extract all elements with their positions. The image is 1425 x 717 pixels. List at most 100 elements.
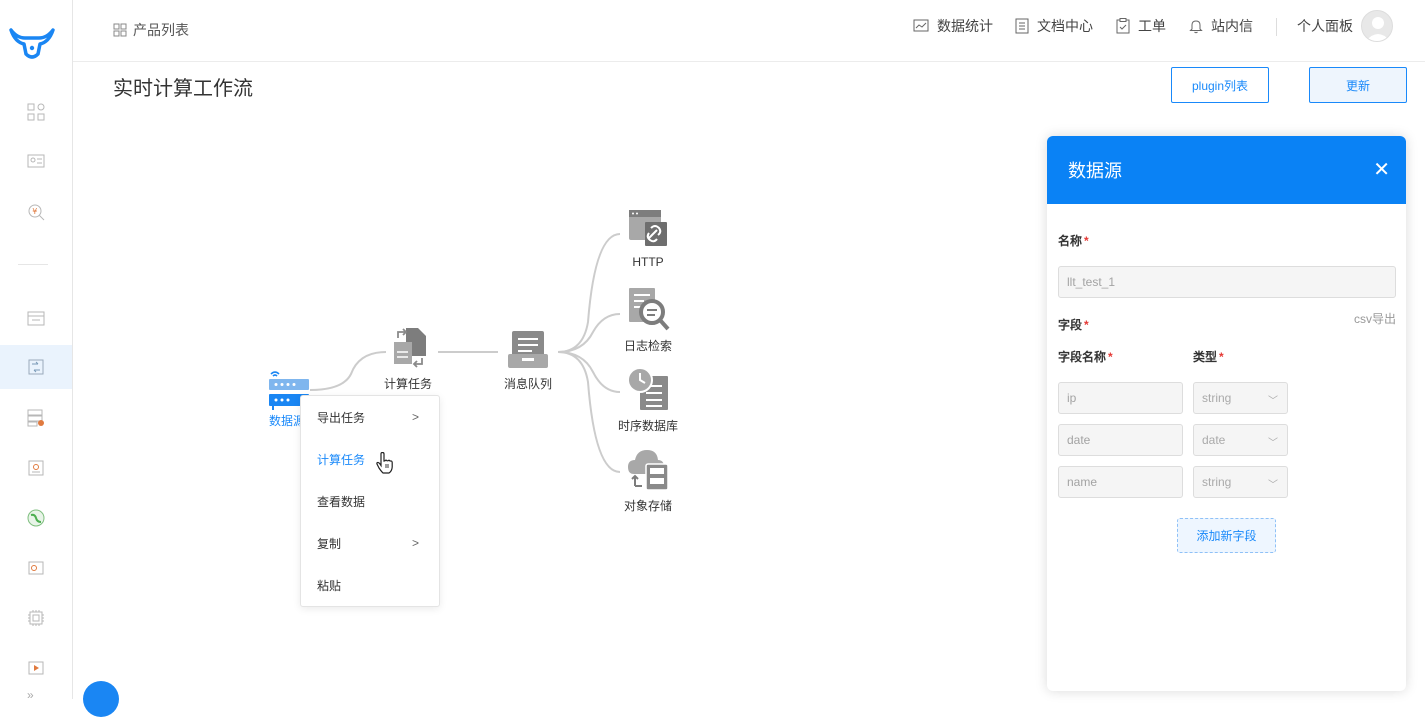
nav-docs[interactable]: 文档中心 — [1015, 16, 1093, 36]
workflow-canvas[interactable] — [73, 62, 1048, 699]
node-message-queue[interactable]: 消息队列 — [498, 330, 558, 392]
product-list-label: 产品列表 — [133, 22, 189, 38]
panel-title: 数据源 — [1068, 161, 1122, 181]
context-menu-export-task[interactable]: 导出任务 > — [301, 396, 439, 438]
node-log-search-label: 日志检索 — [623, 339, 672, 353]
node-log-search[interactable]: 日志检索 — [620, 286, 676, 354]
sidebar-item-storage[interactable] — [0, 400, 72, 436]
context-menu-compute-task[interactable]: 计算任务 — [301, 438, 439, 480]
hand-cursor-icon — [376, 451, 394, 479]
node-http[interactable]: HTTP — [620, 208, 676, 269]
sidebar-item-workflow[interactable] — [0, 345, 72, 389]
chip-icon — [28, 610, 44, 626]
certificate-icon — [28, 561, 44, 575]
node-http-label: HTTP — [632, 255, 664, 269]
message-queue-icon — [508, 331, 548, 368]
context-menu-paste[interactable]: 粘贴 — [301, 564, 439, 606]
add-field-button[interactable]: 添加新字段 — [1177, 518, 1276, 553]
required-mark: * — [1219, 350, 1224, 364]
workflow-icon — [28, 359, 44, 375]
field-name-header: 字段名称 * — [1058, 348, 1113, 365]
id-card-icon — [27, 154, 45, 168]
field-type-value: string — [1202, 475, 1232, 489]
node-tsdb-label: 时序数据库 — [617, 419, 678, 433]
required-mark: * — [1084, 318, 1089, 332]
field-name-input[interactable]: date — [1058, 424, 1183, 456]
context-menu-label: 粘贴 — [317, 578, 342, 593]
node-compute[interactable]: 计算任务 — [380, 328, 436, 392]
time-series-db-icon — [627, 367, 668, 410]
calendar-icon — [27, 311, 45, 326]
top-divider — [1276, 18, 1277, 36]
node-tsdb[interactable]: 时序数据库 — [614, 366, 682, 434]
context-menu-copy[interactable]: 复制 > — [301, 522, 439, 564]
http-link-icon — [629, 210, 667, 246]
close-icon[interactable]: ✕ — [1373, 160, 1390, 180]
nav-docs-label: 文档中心 — [1037, 18, 1093, 34]
sidebar-item-apps[interactable] — [0, 94, 72, 130]
chevron-down-icon: ﹀ — [1268, 480, 1278, 491]
sidebar-item-video[interactable] — [0, 650, 72, 686]
chart-icon — [913, 19, 929, 32]
datasource-panel: 数据源 ✕ 名称 * llt_test_1 字段 * csv导出 字段名称 * 类型 *… — [1047, 136, 1406, 691]
name-input[interactable]: llt_test_1 — [1058, 266, 1396, 298]
personal-panel-link[interactable]: 个人面板 — [1297, 16, 1353, 36]
nav-messages-label: 站内信 — [1211, 18, 1253, 34]
sidebar-item-cards[interactable] — [0, 143, 72, 179]
node-message-queue-label: 消息队列 — [503, 377, 552, 391]
globe-icon — [27, 509, 45, 527]
context-menu-view-data[interactable]: 查看数据 — [301, 480, 439, 522]
field-type-select[interactable]: string ﹀ — [1193, 466, 1288, 498]
document-icon — [1015, 18, 1029, 34]
panel-header: 数据源 ✕ — [1047, 136, 1406, 204]
storage-icon — [27, 409, 44, 427]
update-button[interactable]: 更新 — [1309, 67, 1407, 103]
grid-icon — [113, 23, 127, 37]
type-header-text: 类型 — [1193, 350, 1218, 364]
nav-ticket-label: 工单 — [1138, 18, 1166, 34]
chevron-right-icon: > — [411, 410, 419, 424]
sidebar-divider — [18, 264, 48, 265]
compute-task-icon — [394, 328, 426, 368]
chevron-right-icon: > — [411, 536, 419, 550]
context-menu-label: 查看数据 — [317, 494, 366, 509]
floating-action-button[interactable] — [83, 681, 119, 717]
nav-messages[interactable]: 站内信 — [1189, 16, 1253, 36]
context-menu-label: 复制 — [317, 536, 342, 551]
sidebar-item-calendar[interactable] — [0, 300, 72, 336]
field-name-input[interactable]: name — [1058, 466, 1183, 498]
log-search-icon — [629, 288, 670, 331]
sidebar-item-globe[interactable] — [0, 500, 72, 536]
video-icon — [28, 661, 44, 675]
avatar[interactable] — [1361, 10, 1393, 42]
sidebar-item-certificate[interactable] — [0, 550, 72, 586]
nav-ticket[interactable]: 工单 — [1116, 16, 1166, 36]
logo-icon[interactable] — [9, 26, 55, 65]
svg-text:¥: ¥ — [32, 207, 37, 216]
field-type-select[interactable]: string ﹀ — [1193, 382, 1288, 414]
expand-sidebar-icon[interactable]: » — [27, 688, 34, 702]
apps-icon — [27, 103, 45, 121]
node-object-storage[interactable]: 对象存储 — [620, 446, 676, 514]
node-object-storage-label: 对象存储 — [623, 499, 672, 513]
context-menu-label: 计算任务 — [317, 452, 366, 467]
product-list-link[interactable]: 产品列表 — [113, 20, 189, 40]
user-icon — [1366, 17, 1390, 41]
image-icon — [28, 460, 44, 476]
field-type-value: date — [1202, 433, 1226, 447]
sidebar-item-billing[interactable]: ¥ — [0, 194, 72, 230]
sidebar-item-chip[interactable] — [0, 600, 72, 636]
field-type-select[interactable]: date ﹀ — [1193, 424, 1288, 456]
csv-export-link[interactable]: csv导出 — [1354, 310, 1396, 327]
field-type-value: string — [1202, 391, 1232, 405]
top-bar: 产品列表 数据统计 文档中心 工单 站内信 个人面板 — [73, 0, 1425, 62]
nav-data-stats[interactable]: 数据统计 — [913, 16, 993, 36]
context-menu: 导出任务 > 计算任务 查看数据 复制 > 粘贴 — [300, 395, 440, 607]
sidebar-item-image[interactable] — [0, 450, 72, 486]
field-name-input[interactable]: ip — [1058, 382, 1183, 414]
object-storage-icon — [628, 450, 669, 491]
plugin-list-button[interactable]: plugin列表 — [1171, 67, 1269, 103]
money-search-icon: ¥ — [28, 204, 45, 221]
node-compute-label: 计算任务 — [383, 377, 432, 391]
fields-label-text: 字段 — [1058, 318, 1083, 332]
